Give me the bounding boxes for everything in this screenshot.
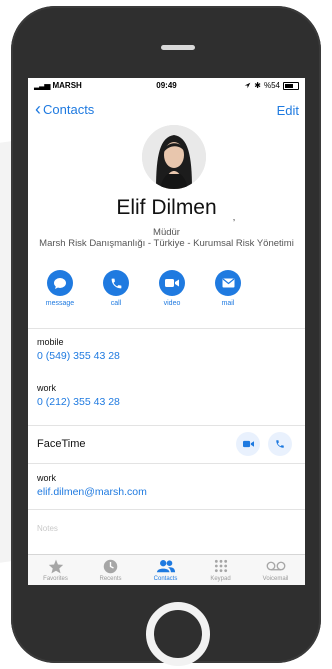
tab-recents[interactable]: Recents (83, 558, 138, 582)
clock-icon (83, 558, 138, 574)
battery-fill (285, 83, 293, 88)
contact-job-info: Müdür Marsh Risk Danışmanlığı - Türkiye … (34, 227, 299, 249)
tab-voicemail[interactable]: Voicemail (248, 558, 303, 582)
tab-favorites[interactable]: Favorites (28, 558, 83, 582)
mobile-row[interactable]: mobile 0 (549) 355 43 28 (28, 329, 305, 381)
mail-action-label: mail (221, 300, 235, 307)
bluetooth-icon: ✱ (254, 81, 261, 90)
voicemail-icon (248, 558, 303, 574)
tab-bar: Favorites Recents Contacts Keypad Voicem… (28, 554, 305, 585)
facetime-audio-button[interactable] (268, 432, 292, 456)
back-to-contacts-button[interactable]: ‹ Contacts (35, 99, 95, 119)
tab-contacts[interactable]: Contacts (138, 558, 193, 582)
video-action-button[interactable]: video (147, 270, 197, 307)
contact-details-list: mobile 0 (549) 355 43 28 work 0 (212) 35… (28, 328, 305, 538)
email-row[interactable]: work elif.dilmen@marsh.com (28, 464, 305, 509)
tab-label: Voicemail (262, 576, 289, 582)
phone-icon (103, 270, 129, 296)
tab-label: Keypad (210, 576, 231, 582)
earpiece-speaker (161, 45, 195, 50)
video-camera-icon (242, 440, 254, 448)
message-action-button[interactable]: message (35, 270, 85, 307)
notes-placeholder: Notes (37, 524, 58, 533)
facetime-video-button[interactable] (236, 432, 260, 456)
video-camera-icon (159, 270, 185, 296)
call-action-button[interactable]: call (91, 270, 141, 307)
mail-action-button[interactable]: mail (203, 270, 253, 307)
back-label: Contacts (43, 102, 95, 117)
status-bar: ▂▃▅ MARSH 09:49 ✱ %54 (28, 78, 305, 94)
keypad-icon (193, 558, 248, 574)
edit-button[interactable]: Edit (277, 103, 299, 118)
star-icon (28, 558, 83, 574)
envelope-icon (215, 270, 241, 296)
facetime-label: FaceTime (37, 438, 86, 450)
mobile-label: mobile (37, 337, 64, 347)
phone-screen: ▂▃▅ MARSH 09:49 ✱ %54 ‹ Contacts Edit Eli… (28, 78, 305, 585)
battery-percent: %54 (263, 81, 280, 90)
tab-label: Contacts (153, 576, 178, 582)
tab-keypad[interactable]: Keypad (193, 558, 248, 582)
work-phone-label: work (37, 383, 57, 393)
navigation-bar: ‹ Contacts Edit (28, 100, 305, 120)
contacts-icon (138, 558, 193, 574)
message-action-label: message (45, 300, 75, 307)
chevron-left-icon: ‹ (35, 99, 41, 119)
contact-name: Elif Dilmen (116, 196, 217, 219)
contact-organization: Marsh Risk Danışmanlığı - Türkiye - Kuru… (39, 238, 294, 249)
video-action-label: video (163, 300, 181, 307)
contact-title: Müdür (153, 227, 180, 238)
quick-actions: message call video mail (28, 270, 305, 315)
email-address[interactable]: elif.dilmen@marsh.com (37, 486, 305, 498)
work-phone-number[interactable]: 0 (212) 355 43 28 (37, 396, 305, 408)
location-arrow-icon (244, 82, 251, 89)
avatar-photo (142, 125, 206, 189)
work-phone-row[interactable]: work 0 (212) 355 43 28 (28, 381, 305, 425)
message-bubble-icon (47, 270, 73, 296)
battery-icon (283, 81, 299, 90)
home-button[interactable] (146, 602, 210, 666)
facetime-row: FaceTime (28, 426, 305, 463)
status-right: ✱ %54 (244, 81, 299, 90)
stray-mark: ‚ (233, 212, 235, 222)
tab-label: Recents (99, 576, 122, 582)
phone-icon (276, 440, 284, 448)
notes-row[interactable]: Notes (28, 510, 305, 538)
email-label: work (37, 473, 57, 483)
tab-label: Favorites (43, 576, 68, 582)
contact-avatar (142, 125, 206, 189)
mobile-number[interactable]: 0 (549) 355 43 28 (37, 350, 305, 362)
call-action-label: call (110, 300, 122, 307)
